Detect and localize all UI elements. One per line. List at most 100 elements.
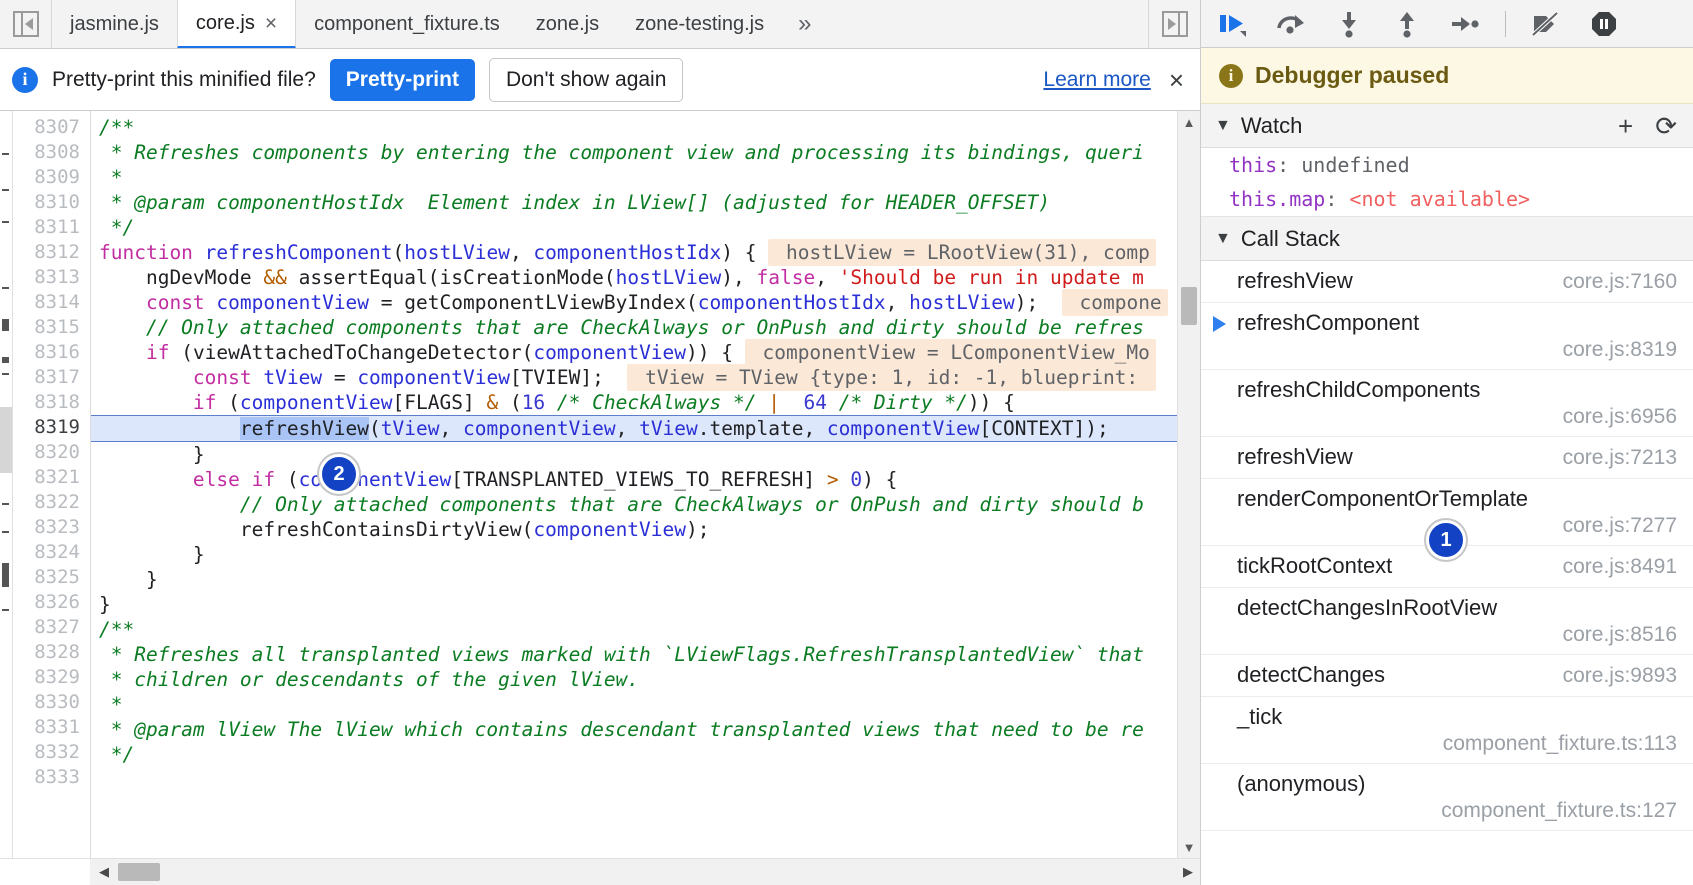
code-line[interactable]: * @param componentHostIdx Element index … <box>91 190 1177 215</box>
call-stack-frame[interactable]: (anonymous) component_fixture.ts:127 <box>1201 764 1693 831</box>
call-stack-frame[interactable]: _tick component_fixture.ts:113 <box>1201 697 1693 764</box>
code-line[interactable]: if (viewAttachedToChangeDetector(compone… <box>91 339 1177 366</box>
line-number[interactable]: 8330 <box>13 690 90 715</box>
code-line[interactable]: * Refreshes components by entering the c… <box>91 140 1177 165</box>
tab-collapse-left-button[interactable] <box>0 0 52 48</box>
step-out-button[interactable] <box>1389 6 1425 42</box>
code-line[interactable]: } <box>91 442 1177 467</box>
dont-show-again-button[interactable]: Don't show again <box>488 57 684 102</box>
code-line[interactable]: */ <box>91 742 1177 767</box>
code-line[interactable]: * Refreshes all transplanted views marke… <box>91 642 1177 667</box>
chevron-down-icon[interactable]: ▼ <box>1215 117 1231 135</box>
tab-expand-right-button[interactable] <box>1148 0 1200 48</box>
call-stack-frame[interactable]: refreshComponent core.js:8319 <box>1201 303 1693 370</box>
vertical-scrollbar-thumb[interactable] <box>1181 287 1197 325</box>
line-number[interactable]: 8333 <box>13 765 90 790</box>
line-number[interactable]: 8312 <box>13 240 90 265</box>
tab-zone-js[interactable]: zone.js <box>518 0 617 48</box>
tab-core-js[interactable]: core.js × <box>176 0 297 48</box>
pretty-print-button[interactable]: Pretty-print <box>329 58 475 101</box>
scroll-up-arrow-icon[interactable]: ▲ <box>1178 111 1200 133</box>
line-number[interactable]: 8316 <box>13 340 90 365</box>
line-number-gutter[interactable]: 8307 8308 8309 8310 8311 8312 8313 8314 8315 8316… <box>13 111 91 858</box>
code-line[interactable]: if (componentView[FLAGS] & (16 /* CheckA… <box>91 390 1177 415</box>
line-number[interactable]: 8315 <box>13 315 90 340</box>
code-line[interactable]: const componentView = getComponentLViewB… <box>91 289 1177 316</box>
pause-on-exceptions-button[interactable] <box>1586 6 1622 42</box>
scroll-right-arrow-icon[interactable]: ▶ <box>1176 864 1200 880</box>
code-line[interactable]: * children or descendants of the given l… <box>91 667 1177 692</box>
editor-horizontal-scrollbar[interactable]: ◀ ▶ <box>0 858 1200 885</box>
line-number[interactable]: 8328 <box>13 640 90 665</box>
learn-more-link[interactable]: Learn more <box>1043 68 1150 92</box>
call-stack-frame[interactable]: refreshView core.js:7160 <box>1201 261 1693 303</box>
call-stack-frame[interactable]: refreshChildComponents core.js:6956 <box>1201 370 1693 437</box>
refresh-watch-icon[interactable]: ⟳ <box>1655 113 1677 139</box>
code-line[interactable]: /** <box>91 115 1177 140</box>
code-line[interactable]: */ <box>91 215 1177 240</box>
line-number[interactable]: 8308 <box>13 140 90 165</box>
more-tabs-chevron-icon[interactable]: » <box>782 0 827 48</box>
code-line[interactable]: refreshContainsDirtyView(componentView); <box>91 517 1177 542</box>
line-number[interactable]: 8324 <box>13 540 90 565</box>
line-number[interactable]: 8320 <box>13 440 90 465</box>
watch-item[interactable]: this: undefined <box>1201 148 1693 182</box>
line-number[interactable]: 8318 <box>13 390 90 415</box>
line-number[interactable]: 8326 <box>13 590 90 615</box>
editor-overview-ruler[interactable] <box>0 111 13 858</box>
step-into-button[interactable] <box>1331 6 1367 42</box>
line-number[interactable]: 8325 <box>13 565 90 590</box>
tab-zone-testing-js[interactable]: zone-testing.js <box>617 0 782 48</box>
code-line[interactable]: } <box>91 542 1177 567</box>
code-content[interactable]: /** * Refreshes components by entering t… <box>91 111 1177 858</box>
code-line-executing[interactable]: refreshView(tView, componentView, tView.… <box>91 415 1177 442</box>
horizontal-scrollbar-thumb[interactable] <box>118 863 160 881</box>
add-watch-expression-icon[interactable]: + <box>1618 113 1633 139</box>
line-number[interactable]: 8329 <box>13 665 90 690</box>
call-stack-badge-1[interactable]: 1 <box>1426 520 1466 560</box>
code-line[interactable]: function refreshComponent(hostLView, com… <box>91 239 1177 266</box>
call-stack-frame[interactable]: refreshView core.js:7213 <box>1201 437 1693 479</box>
code-line[interactable]: * <box>91 692 1177 717</box>
code-line[interactable]: /** <box>91 617 1177 642</box>
line-number[interactable]: 8309 <box>13 165 90 190</box>
line-number[interactable]: 8319 <box>13 415 90 440</box>
line-number[interactable]: 8327 <box>13 615 90 640</box>
code-line[interactable]: } <box>91 567 1177 592</box>
code-line[interactable] <box>91 767 1177 792</box>
line-number[interactable]: 8331 <box>13 715 90 740</box>
line-number[interactable]: 8314 <box>13 290 90 315</box>
line-number[interactable]: 8332 <box>13 740 90 765</box>
code-line[interactable]: ngDevMode && assertEqual(isCreationMode(… <box>91 265 1177 290</box>
inline-breakpoint-badge-2[interactable]: 2 <box>319 454 359 494</box>
close-icon[interactable]: × <box>265 13 277 34</box>
tab-component-fixture-ts[interactable]: component_fixture.ts <box>296 0 518 48</box>
code-line[interactable]: * <box>91 165 1177 190</box>
code-line[interactable]: // Only attached components that are Che… <box>91 492 1177 517</box>
line-number[interactable]: 8322 <box>13 490 90 515</box>
chevron-down-icon[interactable]: ▼ <box>1215 230 1231 248</box>
line-number[interactable]: 8323 <box>13 515 90 540</box>
scroll-down-arrow-icon[interactable]: ▼ <box>1178 836 1200 858</box>
code-line[interactable]: else if (componentView[TRANSPLANTED_VIEW… <box>91 467 1177 492</box>
line-number[interactable]: 8317 <box>13 365 90 390</box>
code-line[interactable]: * @param lView The lView which contains … <box>91 717 1177 742</box>
step-over-button[interactable] <box>1273 6 1309 42</box>
code-line[interactable]: // Only attached components that are Che… <box>91 315 1177 340</box>
line-number[interactable]: 8310 <box>13 190 90 215</box>
line-number[interactable]: 8311 <box>13 215 90 240</box>
close-icon[interactable]: × <box>1165 67 1184 93</box>
line-number[interactable]: 8307 <box>13 115 90 140</box>
editor-vertical-scrollbar[interactable]: ▲ ▼ <box>1177 111 1200 858</box>
call-stack-frame[interactable]: detectChangesInRootView core.js:8516 <box>1201 588 1693 655</box>
deactivate-breakpoints-button[interactable] <box>1528 6 1564 42</box>
step-button[interactable] <box>1447 6 1483 42</box>
code-line[interactable]: const tView = componentView[TVIEW]; tVie… <box>91 364 1177 391</box>
code-line[interactable]: } <box>91 592 1177 617</box>
call-stack-section-header[interactable]: ▼ Call Stack <box>1201 217 1693 261</box>
call-stack-frame[interactable]: detectChanges core.js:9893 <box>1201 655 1693 697</box>
scroll-left-arrow-icon[interactable]: ◀ <box>92 864 116 880</box>
resume-script-execution-button[interactable] <box>1215 6 1251 42</box>
line-number[interactable]: 8321 <box>13 465 90 490</box>
watch-item[interactable]: this.map: <not available> <box>1201 182 1693 216</box>
